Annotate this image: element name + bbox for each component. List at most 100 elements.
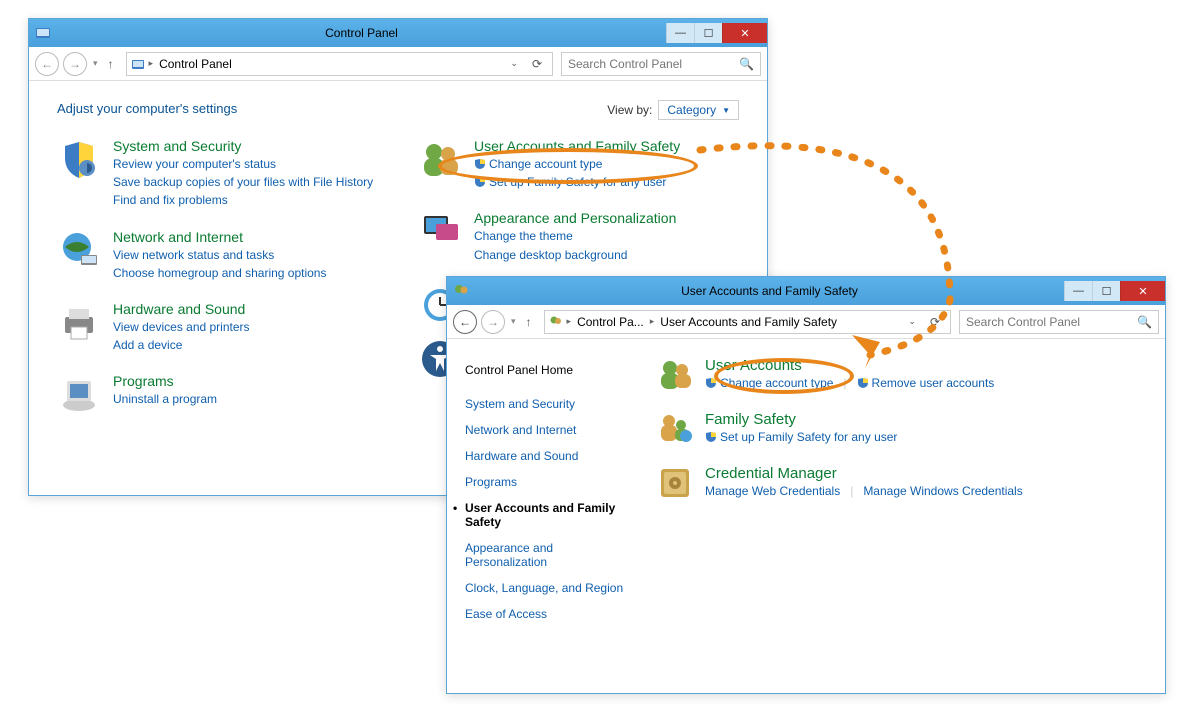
address-bar[interactable]: ▸ Control Panel ⌄ ⟳ [126, 52, 553, 76]
view-by-select[interactable]: Category ▼ [658, 100, 739, 120]
item-user-accounts: User Accounts Change account type | Remo… [657, 357, 1145, 393]
item-title[interactable]: Family Safety [705, 411, 897, 428]
category-title[interactable]: Hardware and Sound [113, 301, 250, 317]
category-title[interactable]: Network and Internet [113, 229, 326, 245]
address-dropdown[interactable]: ⌄ [506, 58, 522, 69]
uac-shield-icon [474, 158, 486, 170]
window-title: Control Panel [57, 26, 666, 40]
item-title[interactable]: User Accounts [705, 357, 994, 374]
back-button[interactable]: ← [35, 52, 59, 76]
item-link[interactable]: Set up Family Safety for any user [705, 430, 897, 444]
window-controls: — ☐ ✕ [666, 23, 767, 43]
refresh-button[interactable]: ⟳ [526, 57, 548, 71]
uac-shield-icon [857, 377, 869, 389]
search-box[interactable]: 🔍 [561, 52, 761, 76]
sidebar-home[interactable]: Control Panel Home [465, 357, 627, 383]
minimize-button[interactable]: — [1064, 281, 1092, 301]
back-button[interactable]: ← [453, 310, 477, 334]
category-link[interactable]: Set up Family Safety for any user [474, 174, 680, 190]
search-input[interactable] [568, 57, 728, 71]
category-link[interactable]: Change the theme [474, 228, 676, 244]
uac-shield-icon [705, 431, 717, 443]
breadcrumb-item[interactable]: Control Panel [157, 57, 234, 71]
category-link[interactable]: View devices and printers [113, 319, 250, 335]
uac-shield-icon [705, 377, 717, 389]
history-dropdown[interactable]: ▾ [509, 316, 518, 327]
sidebar: Control Panel Home System and Security N… [447, 339, 637, 693]
window-title: User Accounts and Family Safety [475, 284, 1064, 298]
item-title[interactable]: Credential Manager [705, 465, 1023, 482]
sidebar-item[interactable]: Appearance and Personalization [465, 535, 627, 575]
maximize-button[interactable]: ☐ [694, 23, 722, 43]
appearance-icon [418, 210, 462, 254]
chevron-right-icon: ▸ [650, 316, 655, 327]
sidebar-item-current[interactable]: User Accounts and Family Safety [465, 495, 627, 535]
main-panel: User Accounts Change account type | Remo… [637, 339, 1165, 693]
close-button[interactable]: ✕ [722, 23, 767, 43]
titlebar[interactable]: User Accounts and Family Safety — ☐ ✕ [447, 277, 1165, 305]
up-button[interactable]: ↑ [522, 315, 536, 329]
item-link[interactable]: Manage Windows Credentials [863, 484, 1022, 498]
sidebar-item[interactable]: Clock, Language, and Region [465, 575, 627, 601]
addressbar-icon [549, 315, 563, 329]
category-link[interactable]: Uninstall a program [113, 391, 217, 407]
programs-icon [57, 373, 101, 417]
history-dropdown[interactable]: ▾ [91, 58, 100, 69]
category-title[interactable]: Appearance and Personalization [474, 210, 676, 226]
content-area: Control Panel Home System and Security N… [447, 339, 1165, 693]
search-input[interactable] [966, 315, 1126, 329]
printer-icon [57, 301, 101, 345]
breadcrumb-item[interactable]: User Accounts and Family Safety [658, 315, 839, 329]
category-link[interactable]: Change desktop background [474, 247, 676, 263]
category-title[interactable]: User Accounts and Family Safety [474, 138, 680, 154]
left-column: System and Security Review your computer… [57, 138, 378, 417]
users-icon [657, 357, 693, 393]
uac-shield-icon [474, 176, 486, 188]
category-link[interactable]: Change account type [474, 156, 680, 172]
sidebar-item[interactable]: Hardware and Sound [465, 443, 627, 469]
divider: | [850, 484, 853, 498]
safe-icon [657, 465, 693, 501]
addressbar-icon [131, 57, 145, 71]
breadcrumb-item[interactable]: Control Pa... [575, 315, 646, 329]
titlebar[interactable]: Control Panel — ☐ ✕ [29, 19, 767, 47]
view-by-label: View by: [607, 103, 652, 117]
divider: | [843, 376, 846, 390]
category-title[interactable]: Programs [113, 373, 217, 389]
category-link[interactable]: Find and fix problems [113, 192, 373, 208]
category-link[interactable]: Choose homegroup and sharing options [113, 265, 326, 281]
window-controls: — ☐ ✕ [1064, 281, 1165, 301]
sidebar-item[interactable]: System and Security [465, 391, 627, 417]
refresh-button[interactable]: ⟳ [924, 315, 946, 329]
maximize-button[interactable]: ☐ [1092, 281, 1120, 301]
sidebar-item[interactable]: Programs [465, 469, 627, 495]
category-link[interactable]: Review your computer's status [113, 156, 373, 172]
app-icon [35, 25, 51, 41]
view-by-value: Category [667, 103, 716, 117]
minimize-button[interactable]: — [666, 23, 694, 43]
forward-button[interactable]: → [63, 52, 87, 76]
address-bar[interactable]: ▸ Control Pa... ▸ User Accounts and Fami… [544, 310, 951, 334]
globe-icon [57, 229, 101, 273]
search-icon: 🔍 [1137, 315, 1152, 329]
item-link[interactable]: Change account type [705, 376, 833, 390]
sidebar-item[interactable]: Network and Internet [465, 417, 627, 443]
sidebar-item[interactable]: Ease of Access [465, 601, 627, 627]
chevron-right-icon: ▸ [567, 316, 572, 327]
category-user-accounts: User Accounts and Family Safety Change a… [418, 138, 739, 190]
item-link[interactable]: Remove user accounts [857, 376, 995, 390]
close-button[interactable]: ✕ [1120, 281, 1165, 301]
item-family-safety: Family Safety Set up Family Safety for a… [657, 411, 1145, 447]
category-system-security: System and Security Review your computer… [57, 138, 378, 209]
search-box[interactable]: 🔍 [959, 310, 1159, 334]
up-button[interactable]: ↑ [104, 57, 118, 71]
item-link[interactable]: Manage Web Credentials [705, 484, 840, 498]
category-link[interactable]: Save backup copies of your files with Fi… [113, 174, 373, 190]
forward-button[interactable]: → [481, 310, 505, 334]
category-link[interactable]: Add a device [113, 337, 250, 353]
address-dropdown[interactable]: ⌄ [904, 316, 920, 327]
family-icon [657, 411, 693, 447]
category-title[interactable]: System and Security [113, 138, 373, 154]
category-link[interactable]: View network status and tasks [113, 247, 326, 263]
chevron-down-icon: ▼ [722, 106, 730, 115]
